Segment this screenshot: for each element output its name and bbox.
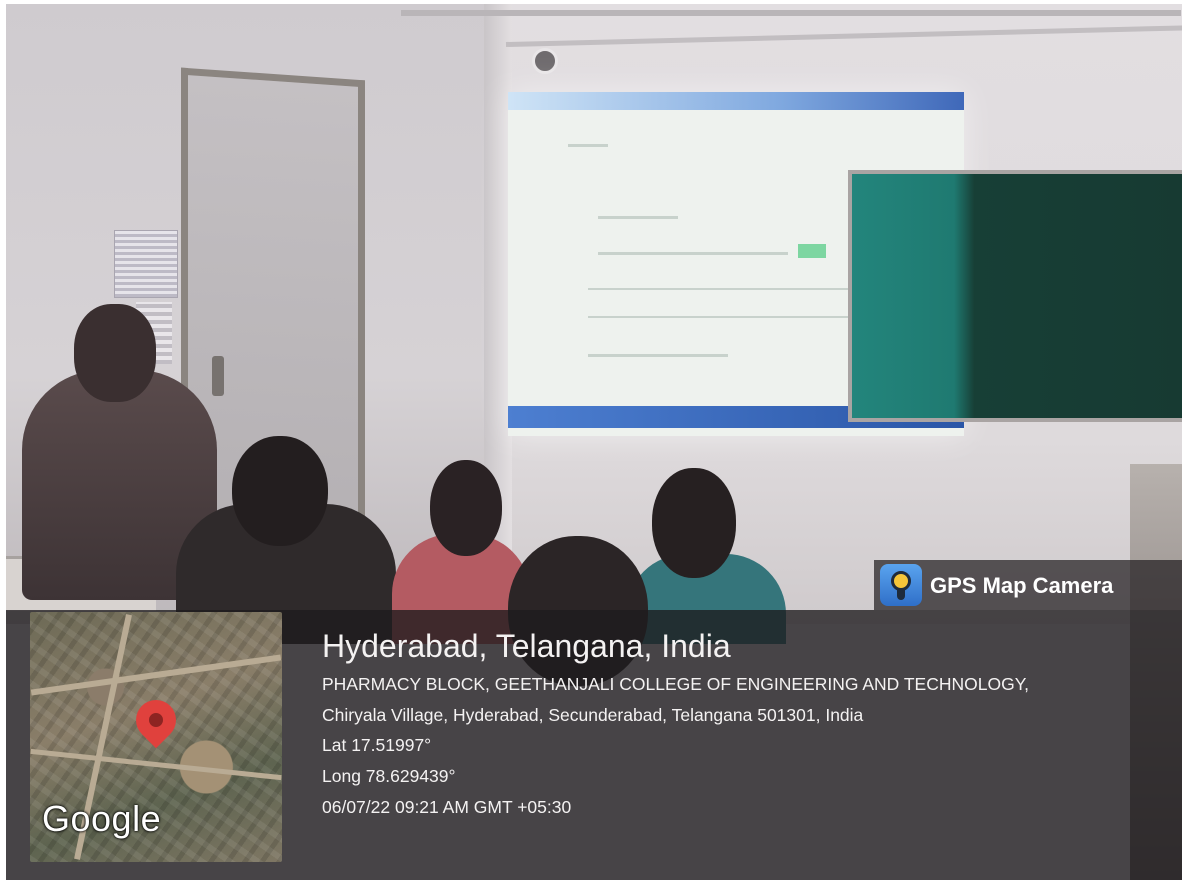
student-head [430,460,502,556]
projected-button [798,244,826,258]
projected-text-line [568,144,608,147]
projected-text-line [588,354,728,357]
longitude: Long 78.629439° [322,766,456,786]
latitude: Lat 17.51997° [322,735,432,755]
wall-notice [114,230,178,298]
chalkboard [848,170,1182,422]
cctv-camera [532,48,558,74]
google-logo: Google [42,798,162,839]
projected-titlebar [508,92,964,110]
gps-map-camera-badge: GPS Map Camera [874,560,1182,610]
classroom-photo: GPS Map Camera Google Hyderabad, Telanga… [6,4,1182,880]
projected-text-line [598,252,788,255]
map-road [30,748,282,781]
student-head [652,468,736,578]
map-road [30,654,282,696]
door-handle [212,356,224,396]
app-name: GPS Map Camera [930,573,1114,598]
timestamp: 06/07/22 09:21 AM GMT +05:30 [322,797,572,817]
address-line-1: PHARMACY BLOCK, GEETHANJALI COLLEGE OF E… [322,674,1029,694]
location-pin-icon [127,691,185,749]
student-head [232,436,328,546]
address-line-2: Chiryala Village, Hyderabad, Secunderaba… [322,705,864,725]
map-thumbnail: Google [30,612,282,862]
teacher-head [74,304,156,402]
location-title: Hyderabad, Telangana, India [322,628,731,664]
gps-map-camera-icon [880,564,922,606]
projected-text-line [598,216,678,219]
ceiling-conduit [401,10,1181,16]
